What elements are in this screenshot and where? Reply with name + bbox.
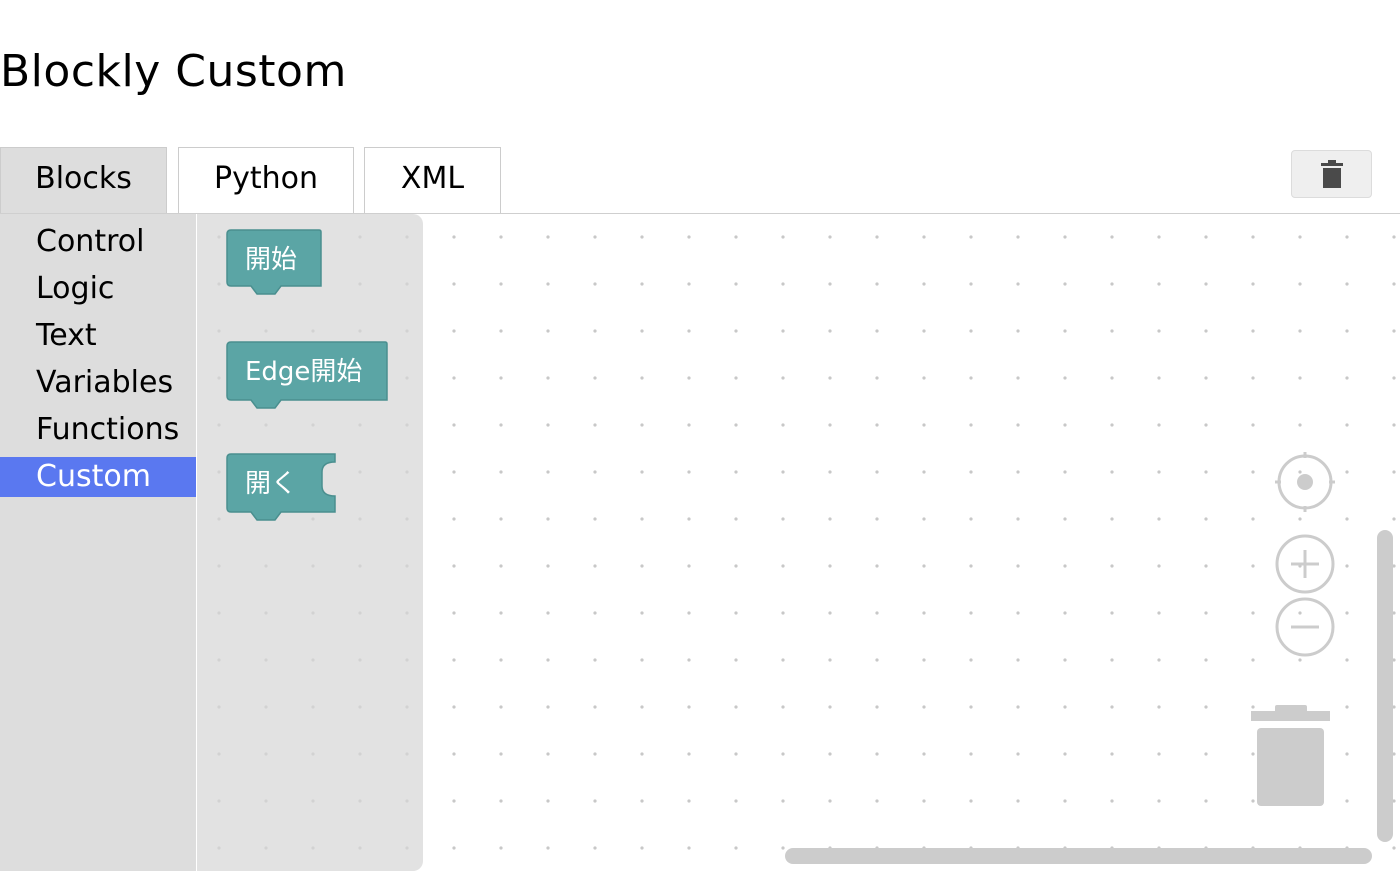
clear-workspace-button[interactable] xyxy=(1291,150,1372,198)
crosshair-icon[interactable] xyxy=(1275,452,1335,512)
toolbox-category-custom[interactable]: Custom xyxy=(0,457,196,497)
tab-python[interactable]: Python xyxy=(178,147,354,213)
toolbox-category-variables[interactable]: Variables xyxy=(0,363,196,403)
workspace-controls xyxy=(1251,452,1335,806)
block-edge-start-label: Edge開始 xyxy=(245,357,362,387)
flyout-grid xyxy=(217,235,409,850)
tab-blocks[interactable]: Blocks xyxy=(0,147,167,213)
block-start[interactable]: 開始 xyxy=(226,229,323,300)
trash-can-icon[interactable] xyxy=(1251,705,1330,806)
toolbox-category-functions[interactable]: Functions xyxy=(0,410,196,450)
toolbox-category-logic[interactable]: Logic xyxy=(0,269,196,309)
blockly-workspace[interactable]: Control Logic Text Variables Functions C… xyxy=(0,214,1400,871)
block-open[interactable]: 開く xyxy=(226,453,339,526)
page-title: Blockly Custom xyxy=(0,46,347,97)
block-flyout: 開始 Edge開始 開く xyxy=(197,214,423,871)
toolbox-category-text[interactable]: Text xyxy=(0,316,196,356)
block-edge-start[interactable]: Edge開始 xyxy=(226,341,389,412)
toolbox-category-control[interactable]: Control xyxy=(0,222,196,262)
plus-icon[interactable] xyxy=(1275,534,1335,594)
tab-xml[interactable]: XML xyxy=(364,147,501,213)
minus-icon[interactable] xyxy=(1275,597,1335,657)
block-open-label: 開く xyxy=(245,469,297,499)
horizontal-scrollbar[interactable] xyxy=(785,848,1372,864)
trash-icon xyxy=(1320,160,1343,188)
toolbox: Control Logic Text Variables Functions C… xyxy=(0,214,196,871)
block-start-label: 開始 xyxy=(245,245,297,275)
vertical-scrollbar[interactable] xyxy=(1377,530,1393,842)
